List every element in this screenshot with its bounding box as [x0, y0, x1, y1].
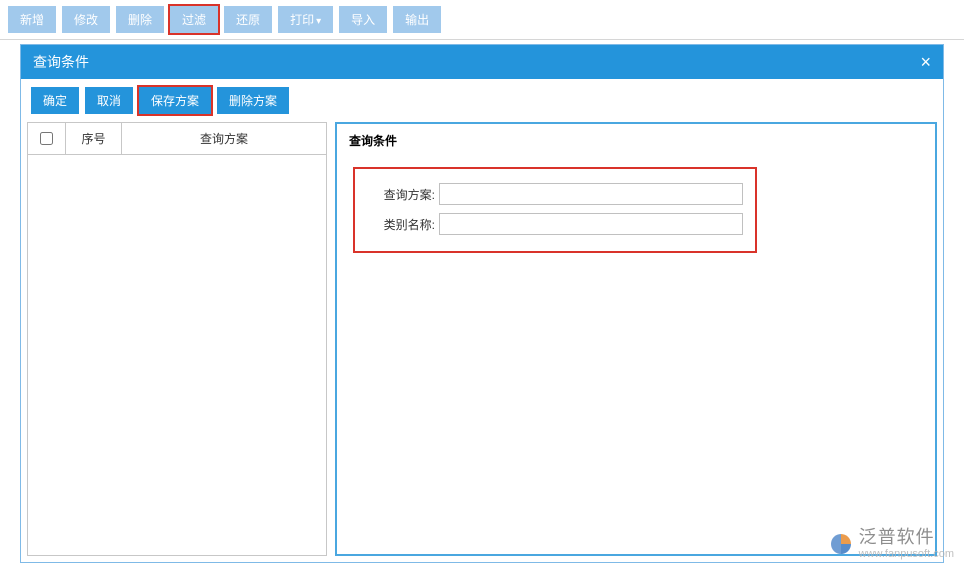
cancel-button[interactable]: 取消	[85, 87, 133, 114]
add-button[interactable]: 新增	[8, 6, 56, 33]
export-button[interactable]: 输出	[393, 6, 441, 33]
chevron-down-icon: ▾	[316, 16, 321, 27]
header-seq: 序号	[66, 123, 122, 154]
filter-button[interactable]: 过滤	[170, 6, 218, 33]
filter-dialog: 查询条件 × 确定 取消 保存方案 删除方案 序号 查询方案 查询条件 查询方案…	[20, 44, 944, 563]
header-checkbox-cell	[28, 123, 66, 154]
delete-plan-button[interactable]: 删除方案	[217, 87, 289, 114]
edit-button[interactable]: 修改	[62, 6, 110, 33]
watermark: 泛普软件 www.fanpusoft.com	[829, 528, 954, 560]
import-button[interactable]: 导入	[339, 6, 387, 33]
section-title: 查询条件	[337, 124, 935, 157]
print-button[interactable]: 打印▾	[278, 6, 333, 33]
print-label: 打印	[290, 13, 314, 27]
ok-button[interactable]: 确定	[31, 87, 79, 114]
dialog-body: 序号 查询方案 查询条件 查询方案: 类别名称:	[21, 122, 943, 562]
select-all-checkbox[interactable]	[40, 132, 53, 145]
main-toolbar: 新增 修改 删除 过滤 还原 打印▾ 导入 输出	[0, 0, 964, 40]
form-row-plan: 查询方案:	[367, 183, 743, 205]
restore-button[interactable]: 还原	[224, 6, 272, 33]
save-plan-button[interactable]: 保存方案	[139, 87, 211, 114]
plan-label: 查询方案:	[367, 186, 435, 203]
header-plan: 查询方案	[122, 123, 326, 154]
brand-url: www.fanpusoft.com	[859, 548, 954, 560]
dialog-actions: 确定 取消 保存方案 删除方案	[21, 79, 943, 122]
form-area: 查询方案: 类别名称:	[355, 169, 755, 251]
delete-button[interactable]: 删除	[116, 6, 164, 33]
plan-input[interactable]	[439, 183, 743, 205]
plan-table-panel: 序号 查询方案	[27, 122, 327, 556]
category-label: 类别名称:	[367, 216, 435, 233]
condition-panel: 查询条件 查询方案: 类别名称:	[335, 122, 937, 556]
watermark-text: 泛普软件 www.fanpusoft.com	[859, 528, 954, 560]
dialog-header: 查询条件 ×	[21, 45, 943, 79]
brand-logo-icon	[829, 532, 853, 556]
dialog-title: 查询条件	[33, 52, 89, 72]
table-header: 序号 查询方案	[28, 123, 326, 155]
form-row-category: 类别名称:	[367, 213, 743, 235]
brand-name: 泛普软件	[859, 528, 954, 548]
category-input[interactable]	[439, 213, 743, 235]
close-icon[interactable]: ×	[920, 53, 931, 71]
